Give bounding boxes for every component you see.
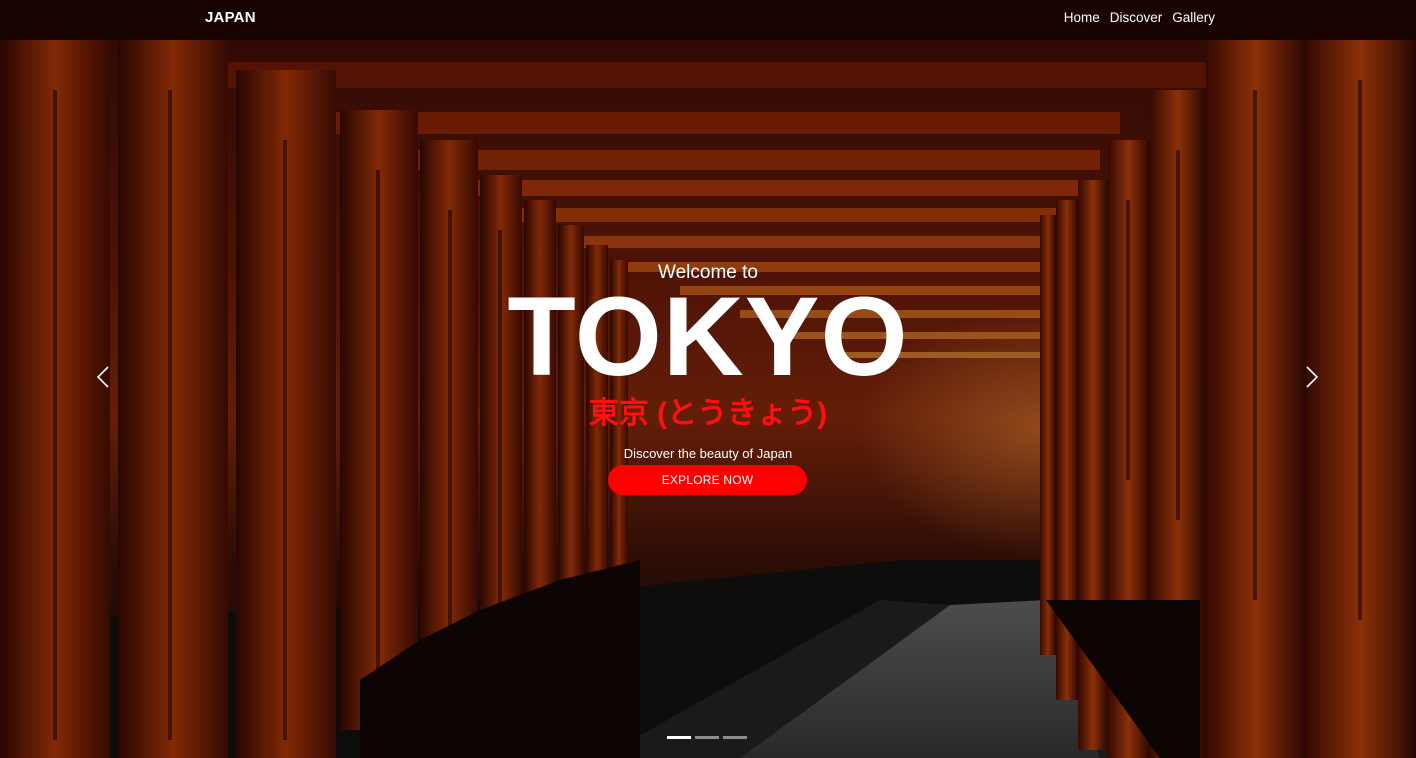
carousel-prev-button[interactable] (88, 362, 118, 392)
nav-link-gallery[interactable]: Gallery (1167, 10, 1220, 26)
carousel-indicators (667, 736, 747, 739)
nav-link-discover[interactable]: Discover (1105, 10, 1168, 26)
nav-links: Home Discover Gallery (1059, 10, 1220, 26)
carousel-caption: Welcome to TOKYO 東京 (とうきょう) Discover the… (0, 0, 1416, 758)
city-title: TOKYO (507, 274, 909, 399)
explore-now-button[interactable]: EXPLORE NOW (608, 465, 807, 495)
chevron-right-icon (1306, 366, 1319, 388)
tagline: Discover the beauty of Japan (623, 446, 793, 461)
city-kanji: 東京 (とうきょう) (588, 397, 828, 430)
carousel-indicator-2[interactable] (695, 736, 719, 739)
top-navbar: JAPAN Home Discover Gallery (0, 0, 1416, 40)
carousel-indicator-1[interactable] (667, 736, 691, 739)
carousel-indicator-3[interactable] (723, 736, 747, 739)
brand-logo-link[interactable]: JAPAN (205, 9, 256, 26)
nav-link-home[interactable]: Home (1059, 10, 1105, 26)
carousel-next-button[interactable] (1297, 362, 1327, 392)
chevron-left-icon (96, 366, 109, 388)
